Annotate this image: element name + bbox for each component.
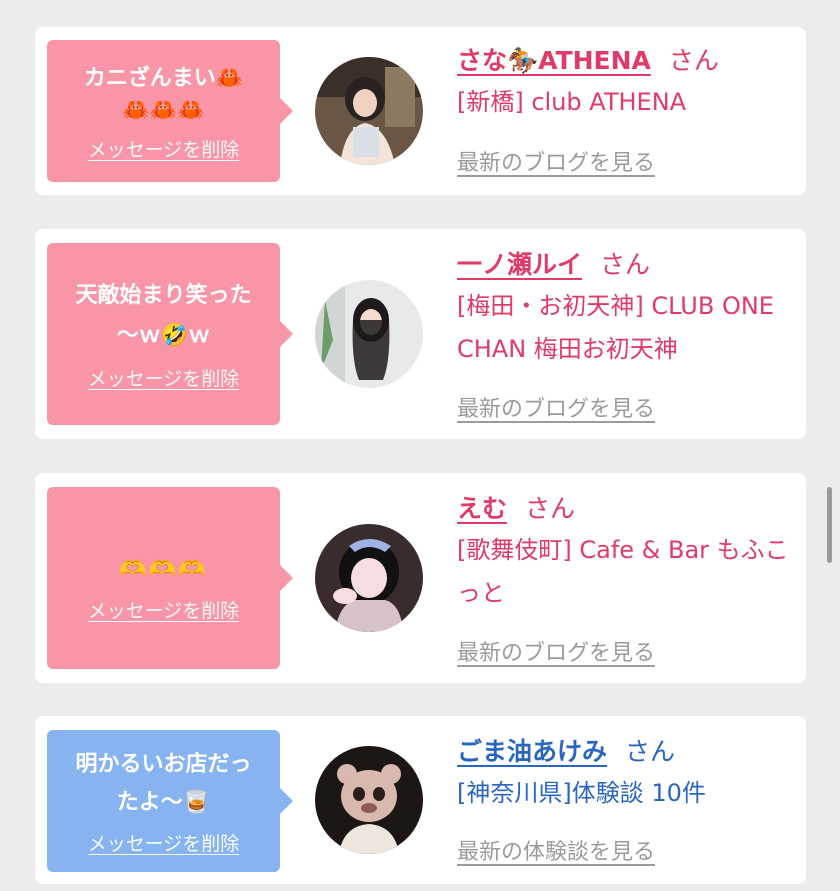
shop-name: [梅田・お初天神] CLUB ONE CHAN 梅田お初天神 [457, 292, 774, 363]
message-card: 明かるいお店だっ たよ〜🥃 メッセージを削除 ごま油あけみ さん [神奈川県]体… [35, 716, 806, 884]
message-bubble: 明かるいお店だっ たよ〜🥃 メッセージを削除 [47, 730, 293, 872]
message-text: 天敵始まり笑った [75, 282, 252, 308]
scrollbar[interactable] [827, 487, 832, 563]
latest-blog-link[interactable]: 最新のブログを見る [457, 635, 655, 667]
message-text: カニざんまい🦀 [83, 65, 244, 91]
name-row: 一ノ瀬ルイ さん [457, 245, 802, 281]
review-count: [神奈川県]体験談 10件 [457, 779, 706, 807]
message-text-line2: たよ〜🥃 [116, 789, 211, 815]
avatar[interactable] [315, 524, 423, 632]
delete-message-link[interactable]: メッセージを削除 [88, 135, 240, 162]
honorific: さん [625, 737, 676, 766]
message-bubble: 🫶🫶🫶 メッセージを削除 [47, 487, 293, 669]
latest-blog-link[interactable]: 最新のブログを見る [457, 391, 655, 423]
name-row: さな🏇ATHENA さん [457, 41, 802, 77]
shop-info: 一ノ瀬ルイ さん [梅田・お初天神] CLUB ONE CHAN 梅田お初天神 … [457, 245, 802, 422]
heart-hands-emoji: 🫶🫶🫶 [119, 556, 208, 582]
shop-info: えむ さん [歌舞伎町] Cafe & Bar もふこっと 最新のブログを見る [457, 489, 802, 666]
shop-name: [新橋] club ATHENA [457, 88, 687, 116]
honorific: さん [525, 494, 576, 523]
avatar[interactable] [315, 57, 423, 165]
avatar[interactable] [315, 746, 423, 854]
message-bubble: 天敵始まり笑った 〜ｗ🤣ｗ メッセージを削除 [47, 243, 293, 425]
honorific: さん [600, 250, 651, 279]
message-card: 天敵始まり笑った 〜ｗ🤣ｗ メッセージを削除 一ノ瀬ルイ さん [梅田・お初天神… [35, 229, 806, 439]
message-bubble: カニざんまい🦀 🦀🦀🦀 メッセージを削除 [47, 40, 293, 182]
message-card: カニざんまい🦀 🦀🦀🦀 メッセージを削除 さな🏇ATHENA さん [新橋] c… [35, 27, 806, 195]
shop-info: さな🏇ATHENA さん [新橋] club ATHENA 最新のブログを見る [457, 41, 802, 176]
message-text: 明かるいお店だっ [75, 751, 252, 777]
cast-name-link[interactable]: 一ノ瀬ルイ [457, 245, 582, 281]
message-card: 🫶🫶🫶 メッセージを削除 えむ さん [歌舞伎町] Cafe & Bar もふこ… [35, 473, 806, 683]
honorific: さん [668, 46, 719, 75]
cast-name-link[interactable]: えむ [457, 489, 507, 525]
latest-blog-link[interactable]: 最新のブログを見る [457, 145, 655, 177]
name-row: ごま油あけみ さん [457, 732, 802, 768]
reviewer-name-link[interactable]: ごま油あけみ [457, 732, 607, 768]
delete-message-link[interactable]: メッセージを削除 [88, 829, 240, 856]
shop-name: [歌舞伎町] Cafe & Bar もふこっと [457, 536, 789, 607]
message-text-line2: 🦀🦀🦀 [122, 97, 205, 123]
avatar[interactable] [315, 280, 423, 388]
delete-message-link[interactable]: メッセージを削除 [88, 596, 240, 623]
name-row: えむ さん [457, 489, 802, 525]
shop-info: ごま油あけみ さん [神奈川県]体験談 10件 最新の体験談を見る [457, 732, 802, 865]
latest-review-link[interactable]: 最新の体験談を見る [457, 834, 655, 866]
message-text-line2: 〜ｗ🤣ｗ [116, 322, 211, 348]
delete-message-link[interactable]: メッセージを削除 [88, 364, 240, 391]
cast-name-link[interactable]: さな🏇ATHENA [457, 41, 651, 77]
